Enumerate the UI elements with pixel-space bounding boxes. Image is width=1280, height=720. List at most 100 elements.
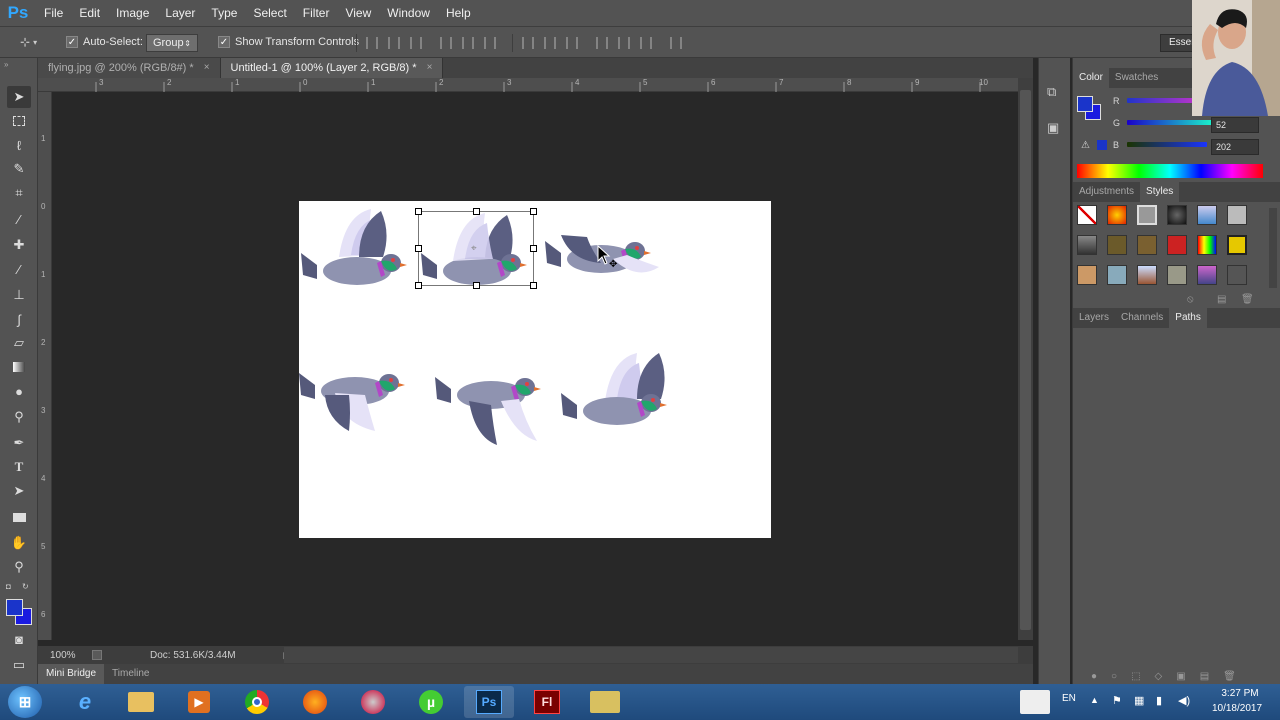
- new-style-icon[interactable]: ▤: [1217, 294, 1226, 305]
- zoom-level[interactable]: 100%: [50, 650, 90, 661]
- style-swatch[interactable]: [1107, 235, 1127, 255]
- delete-path-icon[interactable]: 🗑: [1223, 671, 1236, 682]
- style-swatch[interactable]: [1167, 265, 1187, 285]
- distribute-left-icon[interactable]: [596, 37, 608, 49]
- document-canvas[interactable]: ⌖ ✥: [299, 201, 771, 538]
- type-tool-icon[interactable]: T: [7, 456, 31, 478]
- close-icon[interactable]: ×: [427, 58, 433, 78]
- crop-tool-icon[interactable]: ⌗: [7, 182, 31, 204]
- b-slider[interactable]: [1127, 142, 1207, 147]
- align-top-icon[interactable]: [366, 37, 378, 49]
- tab-adjustments[interactable]: Adjustments: [1073, 182, 1140, 202]
- style-swatch[interactable]: [1107, 205, 1127, 225]
- flash-taskbar-icon[interactable]: Fl: [522, 686, 572, 718]
- stroke-path-icon[interactable]: ○: [1111, 671, 1117, 682]
- menu-layer[interactable]: Layer: [157, 0, 203, 26]
- pen-input-icon[interactable]: [1020, 690, 1050, 714]
- properties-panel-icon[interactable]: ▣: [1047, 120, 1063, 136]
- align-vcenter-icon[interactable]: [388, 37, 400, 49]
- internet-explorer-icon[interactable]: e: [60, 686, 110, 718]
- fill-path-icon[interactable]: ●: [1091, 671, 1097, 682]
- blur-tool-icon[interactable]: ●: [7, 380, 31, 402]
- clock-date[interactable]: 10/18/2017: [1204, 703, 1270, 714]
- tab-color[interactable]: Color: [1073, 68, 1109, 88]
- style-swatch[interactable]: [1197, 235, 1217, 255]
- distribute-right-icon[interactable]: [640, 37, 652, 49]
- g-slider[interactable]: [1127, 120, 1217, 125]
- transform-handle-br[interactable]: [530, 282, 537, 289]
- zoom-tool-icon[interactable]: ⚲: [7, 556, 31, 578]
- vertical-scrollbar-thumb[interactable]: [1020, 90, 1031, 630]
- load-selection-icon[interactable]: ⬚: [1131, 671, 1140, 682]
- menu-file[interactable]: File: [36, 0, 71, 26]
- hand-tool-icon[interactable]: ✋: [7, 532, 31, 554]
- color-spectrum-bar[interactable]: [1077, 164, 1263, 178]
- new-path-icon[interactable]: ▤: [1200, 671, 1209, 682]
- tab-paths[interactable]: Paths: [1169, 308, 1207, 328]
- healing-brush-tool-icon[interactable]: ✚: [7, 234, 31, 256]
- transform-handle-t[interactable]: [473, 208, 480, 215]
- history-brush-tool-icon[interactable]: ∫: [7, 308, 31, 330]
- tab-mini-bridge[interactable]: Mini Bridge: [38, 664, 105, 684]
- tab-untitled-1[interactable]: Untitled-1 @ 100% (Layer 2, RGB/8) * ×: [220, 58, 444, 78]
- file-explorer-icon[interactable]: [116, 686, 166, 718]
- language-indicator[interactable]: EN: [1062, 693, 1076, 704]
- transform-handle-tr[interactable]: [530, 208, 537, 215]
- clear-style-icon[interactable]: ⦸: [1187, 294, 1194, 305]
- tray-expand-icon[interactable]: ▲: [1090, 695, 1099, 705]
- pen-tool-icon[interactable]: ✒: [7, 432, 31, 454]
- clone-stamp-tool-icon[interactable]: ⊥: [7, 284, 31, 306]
- align-bottom-icon[interactable]: [410, 37, 422, 49]
- style-swatch[interactable]: [1197, 205, 1217, 225]
- g-value-field[interactable]: 52: [1211, 117, 1259, 133]
- web-safe-color-icon[interactable]: [1097, 140, 1107, 150]
- distribute-top-icon[interactable]: [522, 37, 534, 49]
- align-left-icon[interactable]: [440, 37, 452, 49]
- menu-filter[interactable]: Filter: [295, 0, 338, 26]
- path-selection-tool-icon[interactable]: ➤: [7, 480, 31, 502]
- move-tool-icon[interactable]: ➤: [7, 86, 31, 108]
- style-swatch[interactable]: [1167, 235, 1187, 255]
- b-value-field[interactable]: 202: [1211, 139, 1259, 155]
- quick-selection-tool-icon[interactable]: ✎: [7, 158, 31, 180]
- transform-handle-b[interactable]: [473, 282, 480, 289]
- media-player-icon[interactable]: ▶: [174, 686, 224, 718]
- tab-timeline[interactable]: Timeline: [104, 664, 157, 684]
- clock-time[interactable]: 3:27 PM: [1212, 688, 1268, 699]
- horizontal-scrollbar[interactable]: [284, 647, 1018, 663]
- app-icon[interactable]: [348, 686, 398, 718]
- rectangle-tool-icon[interactable]: [7, 506, 31, 528]
- close-icon[interactable]: ×: [204, 58, 210, 78]
- styles-scrollbar[interactable]: [1269, 208, 1277, 288]
- power-icon[interactable]: ▮: [1156, 694, 1162, 707]
- lasso-tool-icon[interactable]: ℓ: [7, 134, 31, 156]
- transform-handle-r[interactable]: [530, 245, 537, 252]
- swap-colors-icon[interactable]: ↻: [22, 582, 29, 591]
- style-swatch[interactable]: [1137, 265, 1157, 285]
- tab-layers[interactable]: Layers: [1073, 308, 1115, 328]
- eraser-tool-icon[interactable]: ▱: [7, 332, 31, 354]
- style-swatch[interactable]: [1107, 265, 1127, 285]
- tab-flying-jpg[interactable]: flying.jpg @ 200% (RGB/8#) * ×: [38, 58, 221, 78]
- distribute-hcenter-icon[interactable]: [618, 37, 630, 49]
- transform-center-icon[interactable]: ⌖: [471, 243, 477, 254]
- screen-mode-icon[interactable]: ▭: [7, 654, 31, 676]
- show-transform-checkbox[interactable]: ✓: [218, 36, 230, 48]
- move-tool-preset-picker[interactable]: ⊹ ▾: [20, 34, 54, 50]
- menu-window[interactable]: Window: [379, 0, 438, 26]
- delete-style-icon[interactable]: 🗑: [1241, 294, 1254, 305]
- warning-icon[interactable]: ⚠: [1081, 140, 1090, 151]
- auto-select-dropdown[interactable]: Group ⇕: [146, 34, 198, 52]
- auto-align-icon[interactable]: [670, 37, 682, 49]
- chrome-icon[interactable]: [232, 686, 282, 718]
- menu-help[interactable]: Help: [438, 0, 479, 26]
- photoshop-taskbar-icon[interactable]: Ps: [464, 686, 514, 718]
- status-menu-icon[interactable]: [92, 650, 102, 660]
- make-work-path-icon[interactable]: ◇: [1155, 671, 1163, 682]
- collapse-panel-icon[interactable]: »: [4, 60, 8, 69]
- style-none[interactable]: [1077, 205, 1097, 225]
- style-swatch[interactable]: [1167, 205, 1187, 225]
- style-swatch-selected[interactable]: [1137, 205, 1157, 225]
- menu-select[interactable]: Select: [245, 0, 294, 26]
- history-panel-icon[interactable]: ⧉: [1047, 84, 1063, 100]
